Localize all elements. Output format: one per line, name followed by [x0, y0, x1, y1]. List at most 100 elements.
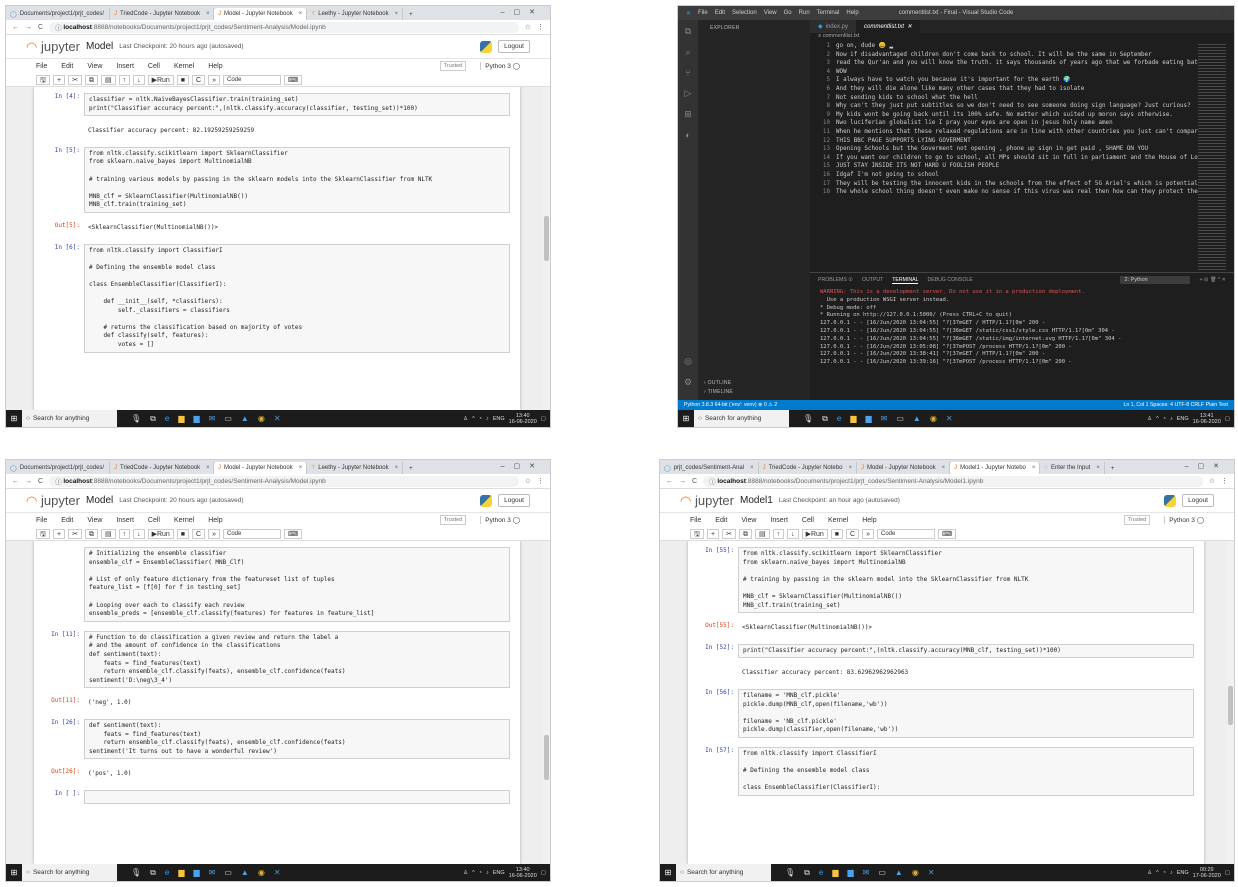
- jupyter-logo[interactable]: ◠ jupyter: [26, 39, 80, 55]
- tab-index-py[interactable]: ◆ index.py: [810, 20, 856, 33]
- jupyter-logo[interactable]: ◠ jupyter: [26, 493, 80, 509]
- run-button[interactable]: ▶Run: [147, 74, 174, 85]
- save-icon[interactable]: 🖫: [36, 74, 50, 85]
- cell-source[interactable]: [84, 789, 510, 805]
- close-tab-icon[interactable]: ×: [1093, 465, 1100, 471]
- back-icon[interactable]: ←: [12, 24, 19, 31]
- close-tab-icon[interactable]: ×: [203, 11, 210, 17]
- cell-source[interactable]: print("Classifier accuracy percent:",(nl…: [738, 643, 1194, 659]
- volume-icon[interactable]: ♪: [486, 416, 489, 422]
- menu-edit[interactable]: Edit: [715, 517, 727, 524]
- mail-icon[interactable]: ✉: [863, 868, 870, 878]
- close-tab-icon[interactable]: ×: [1029, 465, 1036, 471]
- explorer-item[interactable]: EXPLORER: [704, 24, 810, 33]
- terminal-icon[interactable]: ▭: [878, 868, 886, 878]
- back-icon[interactable]: ←: [666, 478, 673, 485]
- cut-icon[interactable]: ✂: [722, 528, 736, 539]
- close-tab-icon[interactable]: ×: [845, 465, 852, 471]
- scrollbar[interactable]: [543, 541, 550, 864]
- code-cell[interactable]: In [5]: from nltk.classify.scikitlearn im…: [44, 146, 510, 213]
- menu-kernel[interactable]: Kernel: [174, 63, 194, 70]
- chrome-icon[interactable]: ◉: [930, 414, 937, 424]
- stop-icon[interactable]: ■: [830, 528, 844, 539]
- terminal-output[interactable]: WARNING: This is a development server. D…: [810, 287, 1234, 369]
- trusted-badge[interactable]: Trusted: [439, 515, 467, 525]
- vscode-icon[interactable]: ✕: [946, 414, 953, 424]
- star-icon[interactable]: ☆: [1209, 477, 1215, 485]
- move-up-icon[interactable]: ↑: [118, 528, 131, 539]
- menu-file[interactable]: File: [690, 517, 701, 524]
- photos-icon[interactable]: ▲: [913, 414, 921, 424]
- panel-tab-debug[interactable]: DEBUG CONSOLE: [927, 277, 972, 283]
- window-controls[interactable]: –▢✕: [1185, 462, 1228, 470]
- task-view-icon[interactable]: ⧉: [822, 414, 828, 424]
- person-icon[interactable]: ♙: [1147, 416, 1152, 422]
- extensions-icon[interactable]: ⋮: [537, 477, 544, 485]
- source-control-icon[interactable]: ⑂: [685, 68, 690, 78]
- menu-file[interactable]: File: [36, 63, 47, 70]
- volume-icon[interactable]: ♪: [1170, 416, 1173, 422]
- extensions-icon[interactable]: ⊞: [684, 109, 692, 120]
- store-icon[interactable]: ▆: [847, 868, 853, 878]
- panel-actions-icon[interactable]: + ⊟ 🗑 ^ ✕: [1199, 277, 1226, 283]
- chrome-icon[interactable]: ◉: [912, 868, 919, 878]
- taskbar-search[interactable]: ○ Search for anything: [22, 410, 117, 427]
- menu-view[interactable]: View: [764, 10, 777, 16]
- add-cell-icon[interactable]: +: [706, 528, 720, 539]
- explorer-icon[interactable]: ⧉: [685, 26, 691, 37]
- reload-icon[interactable]: C: [38, 24, 43, 31]
- taskbar-search[interactable]: ○ Search for anything: [22, 864, 117, 881]
- network-icon[interactable]: ◔: [479, 416, 482, 422]
- taskbar-search[interactable]: ○ Search for anything: [694, 410, 789, 427]
- settings-gear-icon[interactable]: ⚙: [684, 377, 692, 388]
- run-button[interactable]: ▶Run: [147, 528, 174, 539]
- windows-start-icon[interactable]: ⊞: [6, 414, 22, 423]
- menu-help[interactable]: Help: [862, 517, 876, 524]
- tray-chevron-icon[interactable]: ^: [472, 870, 475, 876]
- stop-icon[interactable]: ■: [176, 528, 190, 539]
- code-cell[interactable]: # Initializing the ensemble classifier e…: [44, 547, 510, 622]
- vscode-icon[interactable]: ✕: [274, 868, 281, 878]
- copy-icon[interactable]: ⧉: [738, 528, 752, 539]
- clock[interactable]: 13:41 16-06-2020: [1193, 413, 1221, 425]
- new-tab-icon[interactable]: +: [1105, 466, 1121, 474]
- volume-icon[interactable]: ♪: [486, 870, 489, 876]
- cell-source[interactable]: from nltk.classify.scikitlearn import Sk…: [738, 547, 1194, 614]
- browser-tab[interactable]: J Model - Jupyter Notebook ×: [214, 8, 308, 20]
- move-down-icon[interactable]: ↓: [787, 528, 799, 539]
- browser-tab[interactable]: J TriedCode - Jupyter Notebo ×: [759, 462, 857, 474]
- window-controls[interactable]: –▢✕: [501, 8, 544, 16]
- scrollbar[interactable]: [543, 87, 550, 410]
- forward-icon[interactable]: →: [25, 478, 32, 485]
- close-tab-icon[interactable]: ×: [203, 465, 210, 471]
- copy-icon[interactable]: ⧉: [84, 74, 98, 85]
- code-cell[interactable]: In [ ]:: [44, 789, 510, 805]
- menu-kernel[interactable]: Kernel: [174, 517, 194, 524]
- cell-source[interactable]: from nltk.classify.scikitlearn import Sk…: [84, 146, 510, 213]
- taskbar-search[interactable]: ○ Search for anything: [676, 864, 771, 881]
- cell-source[interactable]: def sentiment(text): feats = find_featur…: [84, 718, 510, 760]
- menu-view[interactable]: View: [87, 63, 102, 70]
- terminal-icon[interactable]: ▭: [896, 414, 904, 424]
- notification-icon[interactable]: ▢: [541, 416, 546, 422]
- url-input[interactable]: ⓘ localhost:8888/notebooks/Documents/pro…: [49, 475, 519, 487]
- photos-icon[interactable]: ▲: [895, 868, 903, 878]
- close-tab-icon[interactable]: ×: [939, 465, 946, 471]
- run-button[interactable]: ▶Run: [801, 528, 828, 539]
- forward-icon[interactable]: →: [25, 24, 32, 31]
- menu-file[interactable]: File: [36, 517, 47, 524]
- reload-icon[interactable]: C: [38, 478, 43, 485]
- menu-cell[interactable]: Cell: [148, 63, 160, 70]
- code-editor[interactable]: 1 go on, dude 😀 ▂ 2 Now if disadvantaged ch…: [810, 42, 1234, 272]
- code-cell[interactable]: In [55]: from nltk.classify.scikitlearn i…: [698, 547, 1194, 614]
- status-interpreter[interactable]: Python 3.8.3 64-bit ('env': venv) ⊗ 0 ⚠ …: [684, 402, 777, 408]
- photos-icon[interactable]: ▲: [241, 414, 249, 424]
- mic-icon[interactable]: 🎙: [131, 414, 141, 424]
- cut-icon[interactable]: ✂: [68, 528, 82, 539]
- paste-icon[interactable]: ▤: [100, 74, 116, 85]
- menu-edit[interactable]: Edit: [61, 63, 73, 70]
- windows-start-icon[interactable]: ⊞: [660, 868, 676, 877]
- url-input[interactable]: ⓘ localhost:8888/notebooks/Documents/pro…: [703, 475, 1203, 487]
- extensions-icon[interactable]: ⋮: [537, 23, 544, 31]
- jupyter-logo[interactable]: ◠ jupyter: [680, 493, 734, 509]
